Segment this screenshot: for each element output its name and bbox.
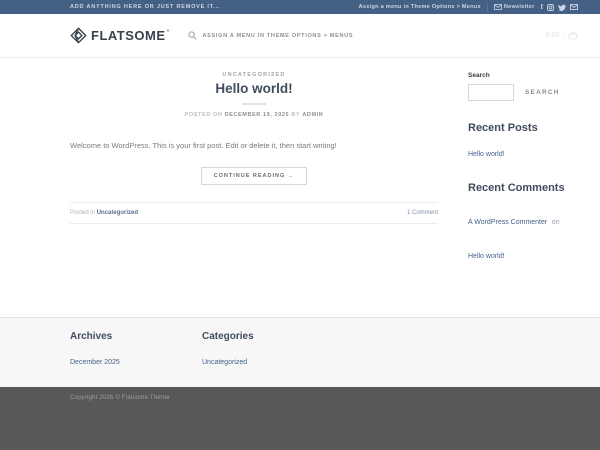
recent-posts-title: Recent Posts: [468, 122, 576, 134]
post-author-link[interactable]: ADMIN: [302, 112, 323, 118]
cart-amount: 0.00: [546, 32, 560, 39]
comment-author-link[interactable]: A WordPress Commenter: [468, 219, 547, 226]
newsletter-envelope-icon: [494, 4, 502, 10]
cart-basket-icon: [568, 31, 578, 40]
topbar-divider: [487, 4, 488, 11]
topbar-notice-text: ADD ANYTHING HERE OR JUST REMOVE IT...: [70, 4, 220, 10]
sidebar: Search SEARCH Recent Posts Hello world! …: [468, 72, 576, 270]
flatsome-logo-icon: [70, 27, 87, 44]
social-icons-group: f: [541, 4, 578, 11]
archive-link[interactable]: December 2025: [70, 359, 120, 366]
footer-widgets: Archives December 2025 Categories Uncate…: [0, 317, 600, 387]
absolute-footer: Copyright 2026 © Flatsome Theme: [0, 387, 600, 450]
archives-title: Archives: [70, 331, 202, 342]
header-cart[interactable]: 0.00 /: [546, 30, 578, 41]
posted-in-category-link[interactable]: Uncategorized: [97, 210, 138, 216]
instagram-icon[interactable]: [547, 4, 554, 11]
category-footer-link[interactable]: Uncategorized: [202, 359, 247, 366]
posted-in: Posted in Uncategorized: [70, 210, 138, 216]
logo-text: FLATSOME: [91, 28, 166, 43]
logo-registered-mark: ®: [167, 28, 170, 33]
newsletter-label: Newsletter: [504, 4, 535, 10]
posted-in-label: Posted in: [70, 210, 95, 216]
continue-reading-button[interactable]: CONTINUE READING →: [201, 167, 308, 185]
post-divider: [242, 103, 266, 105]
archives-widget: Archives December 2025: [70, 331, 202, 369]
search-input[interactable]: [468, 84, 514, 101]
header-menu-notice-link[interactable]: ASSIGN A MENU IN THEME OPTIONS > MENUS: [202, 33, 353, 39]
facebook-icon[interactable]: f: [541, 4, 543, 11]
topbar-menu-notice-link[interactable]: Assign a menu in Theme Options > Menus: [359, 4, 481, 10]
top-bar: ADD ANYTHING HERE OR JUST REMOVE IT... A…: [0, 0, 600, 14]
posted-on-label: POSTED ON: [185, 112, 223, 118]
recent-comment-item: A WordPress Commenter on Hello world!: [468, 203, 576, 270]
recent-comments-title: Recent Comments: [468, 182, 576, 194]
recent-posts-list: Hello world!: [468, 143, 576, 161]
comment-on-label: on: [552, 219, 560, 226]
topbar-right-group: Assign a menu in Theme Options > Menus N…: [359, 4, 578, 11]
post-date: DECEMBER 19, 2025: [225, 112, 290, 118]
by-label: BY: [291, 112, 300, 118]
continue-reading-row: CONTINUE READING →: [70, 164, 438, 185]
post-column: UNCATEGORIZED Hello world! POSTED ON DEC…: [70, 72, 438, 270]
search-widget-title: Search: [468, 72, 576, 79]
post-category-link[interactable]: UNCATEGORIZED: [70, 72, 438, 78]
twitter-icon[interactable]: [558, 4, 566, 11]
search-icon[interactable]: [188, 31, 197, 40]
search-submit-button[interactable]: SEARCH: [514, 89, 560, 96]
recent-post-link[interactable]: Hello world!: [468, 151, 505, 158]
post-excerpt: Welcome to WordPress. This is your first…: [70, 140, 438, 151]
email-icon[interactable]: [570, 4, 578, 10]
post-title[interactable]: Hello world!: [70, 81, 438, 96]
post-header: UNCATEGORIZED Hello world! POSTED ON DEC…: [70, 72, 438, 118]
post-meta-line: POSTED ON DECEMBER 19, 2025 BY ADMIN: [70, 112, 438, 118]
cart-separator: /: [562, 30, 565, 41]
site-header: FLATSOME® ASSIGN A MENU IN THEME OPTIONS…: [0, 14, 600, 58]
newsletter-link[interactable]: Newsletter: [494, 4, 535, 10]
main-content-area: UNCATEGORIZED Hello world! POSTED ON DEC…: [0, 58, 600, 317]
search-form: SEARCH: [468, 84, 576, 101]
categories-title: Categories: [202, 331, 254, 342]
comments-count-link[interactable]: 1 Comment: [407, 210, 438, 216]
header-nav: ASSIGN A MENU IN THEME OPTIONS > MENUS: [188, 31, 353, 40]
site-logo[interactable]: FLATSOME®: [70, 27, 172, 44]
post-meta-footer: Posted in Uncategorized 1 Comment: [70, 202, 438, 224]
categories-widget: Categories Uncategorized: [202, 331, 254, 369]
copyright-text: Copyright 2026 © Flatsome Theme: [70, 395, 576, 401]
comment-post-link[interactable]: Hello world!: [468, 253, 505, 260]
